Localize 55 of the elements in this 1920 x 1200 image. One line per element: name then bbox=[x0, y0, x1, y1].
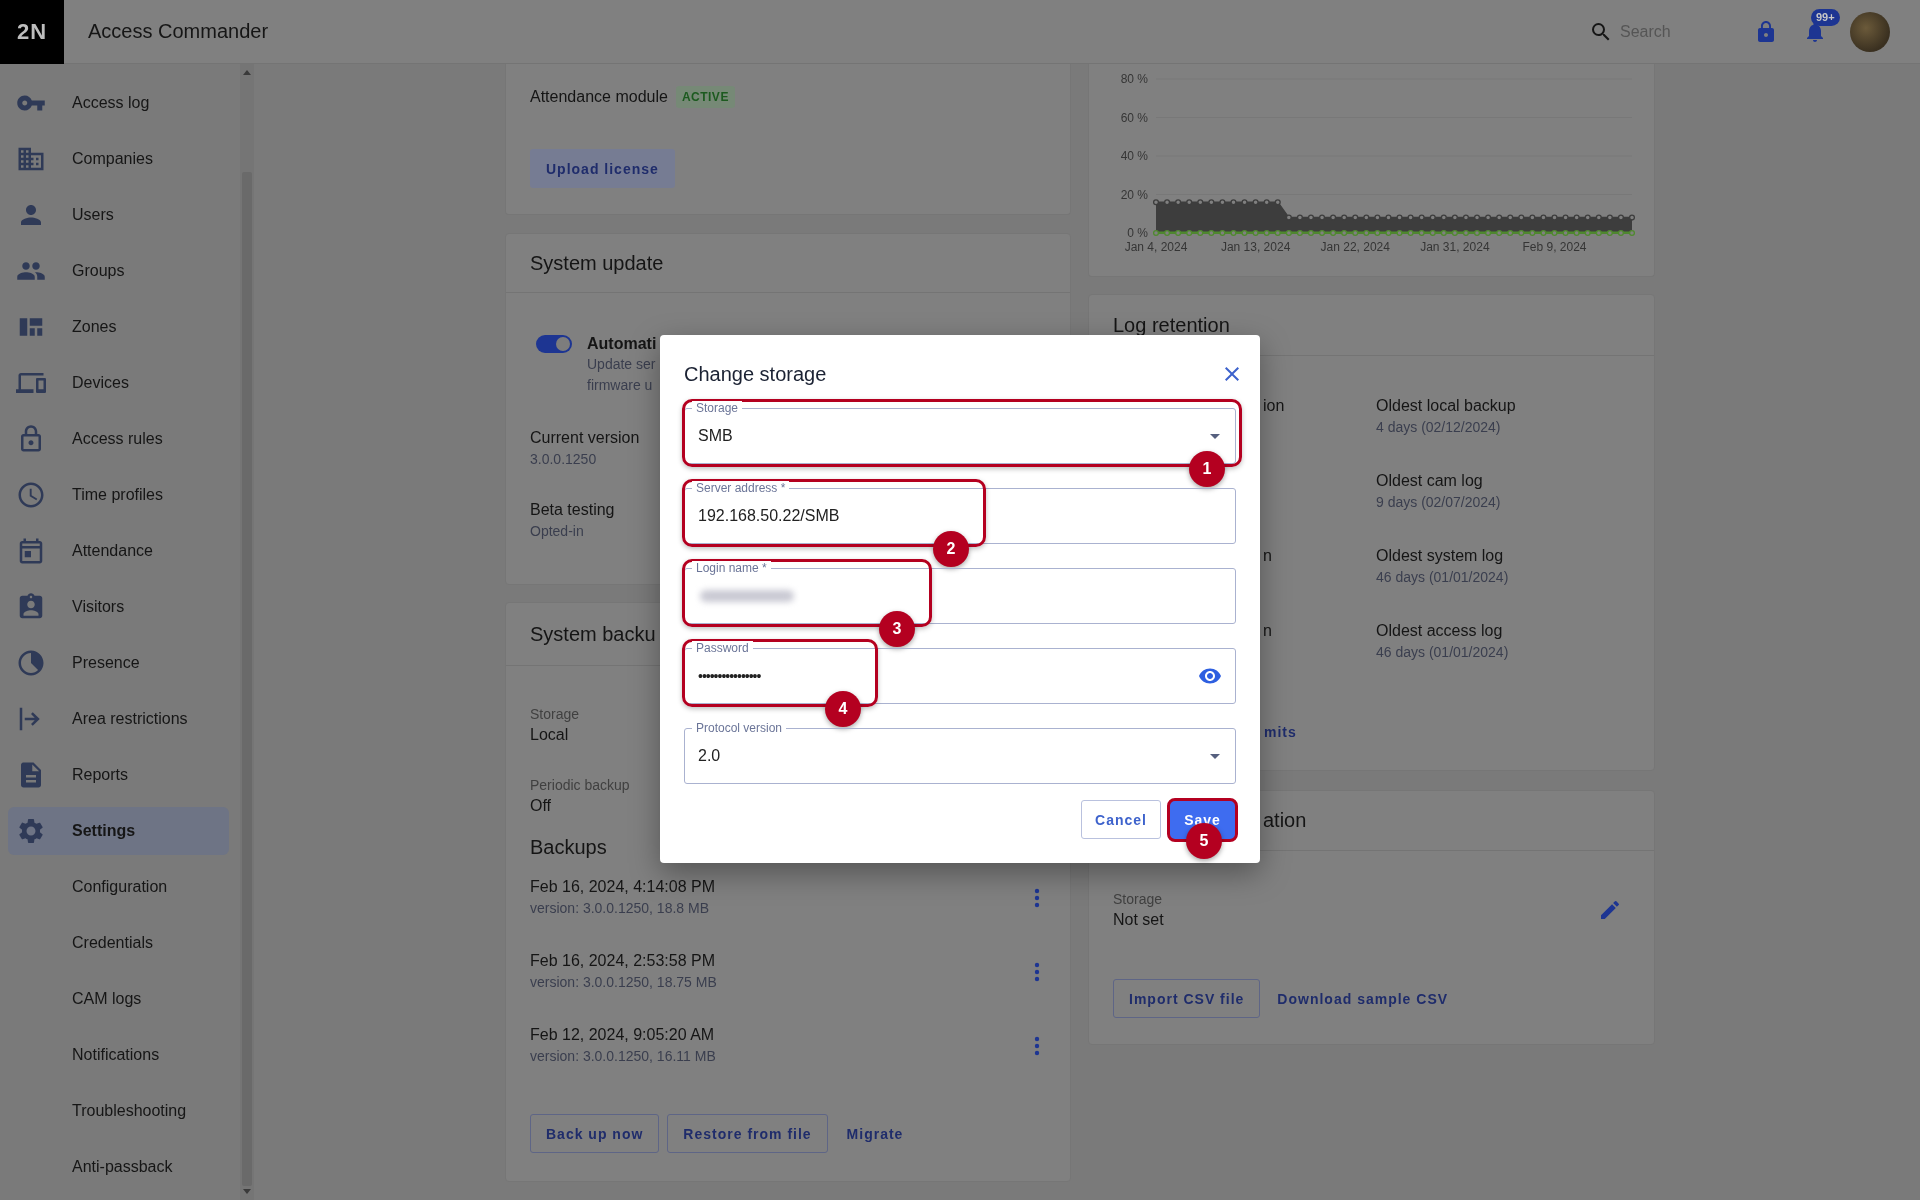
card-title: Log retention bbox=[1113, 313, 1230, 337]
step-number-tooltip: 3 bbox=[879, 611, 915, 647]
retention-value: 9 days (02/07/2024) bbox=[1376, 493, 1501, 512]
field-label: Current version bbox=[530, 428, 640, 448]
retention-value: 46 days (01/01/2024) bbox=[1376, 568, 1509, 587]
y-tick-label: 20 % bbox=[1120, 187, 1148, 202]
backup-date: Feb 16, 2024, 2:53:58 PM bbox=[530, 951, 715, 971]
retention-label: n bbox=[1263, 622, 1272, 639]
toggle-description: Update ser bbox=[587, 355, 656, 374]
y-tick-label: 0 % bbox=[1127, 226, 1148, 240]
retention-label: Oldest access log bbox=[1376, 621, 1503, 641]
x-tick-label: Feb 9, 2024 bbox=[1522, 240, 1587, 254]
logo: 2N bbox=[0, 0, 64, 64]
field-value: Not set bbox=[1113, 910, 1164, 930]
field-label: Storage bbox=[530, 705, 580, 724]
card-title: System backu bbox=[530, 622, 656, 646]
toggle-label: Automati bbox=[587, 334, 657, 354]
retention-label: ion bbox=[1263, 397, 1285, 414]
retention-label: Oldest cam log bbox=[1376, 471, 1483, 491]
field-value: Opted-in bbox=[530, 522, 584, 541]
backup-date: Feb 16, 2024, 4:14:08 PM bbox=[530, 877, 715, 897]
retention-label: Oldest system log bbox=[1376, 546, 1504, 566]
retention-label: n bbox=[1263, 547, 1272, 564]
field-label: Beta testing bbox=[530, 500, 615, 520]
backup-details: version: 3.0.0.1250, 16.11 MB bbox=[530, 1047, 716, 1066]
field-value: 3.0.0.1250 bbox=[530, 450, 597, 469]
y-tick-label: 60 % bbox=[1120, 110, 1148, 125]
step-number-tooltip: 2 bbox=[933, 531, 969, 567]
retention-value: 46 days (01/01/2024) bbox=[1376, 643, 1509, 662]
backup-details: version: 3.0.0.1250, 18.8 MB bbox=[530, 899, 709, 918]
notification-badge: 99+ bbox=[1811, 8, 1840, 26]
backup-details: version: 3.0.0.1250, 18.75 MB bbox=[530, 973, 717, 992]
toggle-description: firmware u bbox=[587, 376, 653, 395]
retention-label: Oldest local backup bbox=[1376, 396, 1516, 416]
status-badge: ACTIVE bbox=[675, 86, 735, 108]
x-tick-label: Jan 13, 2024 bbox=[1220, 240, 1291, 254]
card-title: ation bbox=[1263, 809, 1307, 832]
x-tick-label: Jan 31, 2024 bbox=[1420, 240, 1490, 254]
card-title: System update bbox=[530, 251, 664, 275]
y-tick-label: 40 % bbox=[1120, 149, 1148, 163]
step-number-tooltip: 4 bbox=[825, 691, 861, 727]
x-tick-label: Jan 4, 2024 bbox=[1124, 240, 1188, 254]
retention-value: 4 days (02/12/2024) bbox=[1376, 418, 1501, 437]
module-name: Attendance module bbox=[530, 87, 668, 107]
dialog-title: Change storage bbox=[684, 362, 827, 386]
y-tick-label: 80 % bbox=[1120, 72, 1148, 86]
field-value: Off bbox=[530, 796, 552, 816]
field-value: Local bbox=[530, 725, 569, 745]
section-title: Backups bbox=[530, 835, 608, 860]
field-label: Periodic backup bbox=[530, 776, 630, 795]
step-number-tooltip: 1 bbox=[1189, 451, 1225, 487]
backup-date: Feb 12, 2024, 9:05:20 AM bbox=[530, 1025, 715, 1045]
field-label: Storage bbox=[1113, 890, 1163, 909]
x-tick-label: Jan 22, 2024 bbox=[1320, 240, 1390, 254]
app-title: Access Commander bbox=[88, 20, 269, 43]
